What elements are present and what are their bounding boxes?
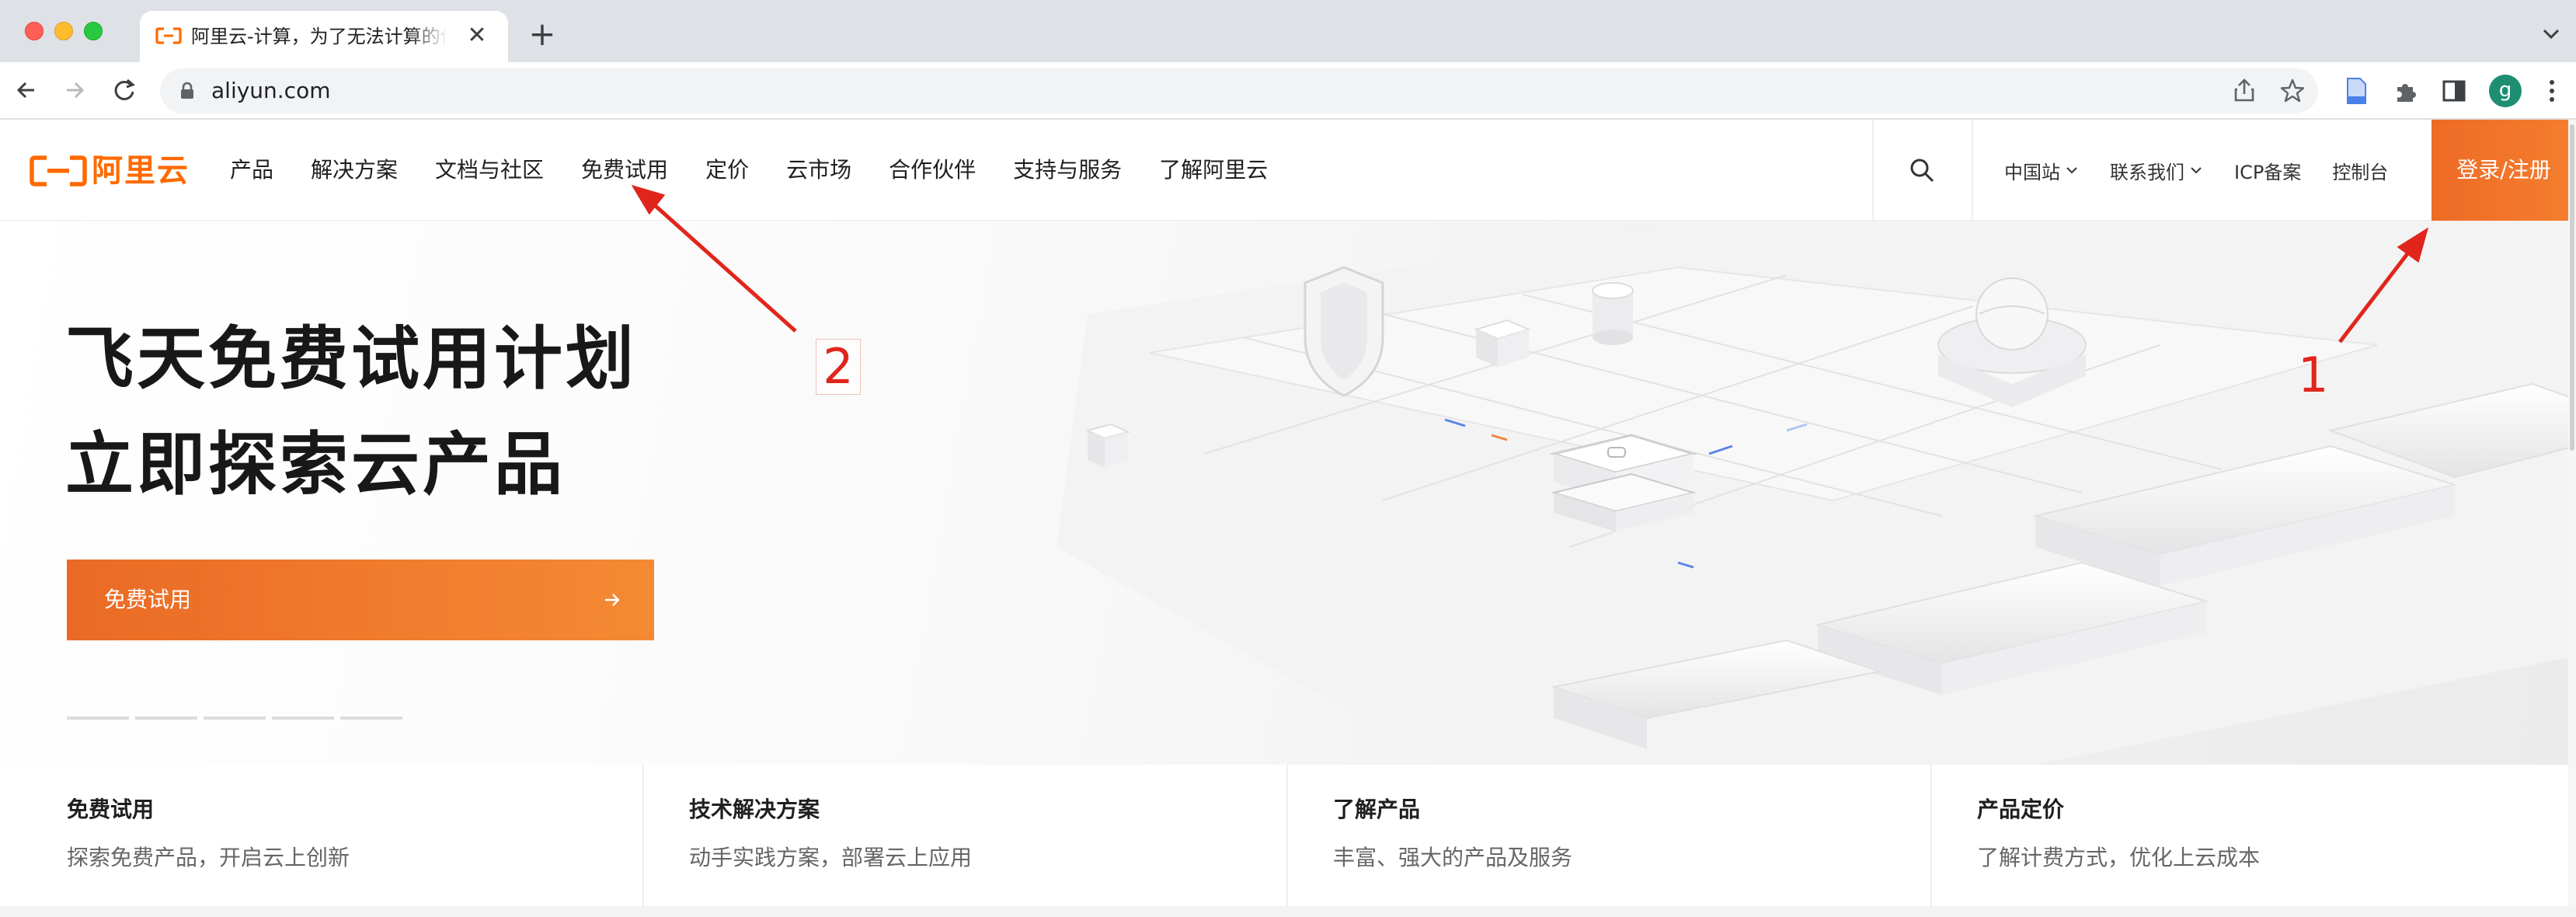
feature-desc: 丰富、强大的产品及服务	[1333, 845, 1573, 870]
url-text[interactable]: aliyun.com	[211, 77, 330, 105]
nav-item-docs-community[interactable]: 文档与社区	[435, 120, 544, 221]
feature-card-solutions[interactable]: 技术解决方案 动手实践方案，部署云上应用	[644, 765, 1288, 906]
feature-card-products[interactable]: 了解产品 丰富、强大的产品及服务	[1288, 765, 1932, 906]
chevron-down-icon	[2066, 167, 2077, 174]
feature-desc: 动手实践方案，部署云上应用	[689, 845, 973, 870]
nav-item-free-trial[interactable]: 免费试用	[581, 120, 668, 221]
nav-item-support[interactable]: 支持与服务	[1013, 120, 1122, 221]
search-button[interactable]	[1872, 120, 1972, 221]
annotation-label-1: 1	[2298, 347, 2329, 403]
icp-filing-link[interactable]: ICP备案	[2234, 157, 2301, 184]
main-nav: 产品 解决方案 文档与社区 免费试用 定价 云市场 合作伙伴 支持与服务 了解阿…	[230, 120, 1305, 221]
login-register-button[interactable]: 登录/注册	[2432, 120, 2576, 221]
bookmark-star-icon[interactable]	[2278, 76, 2307, 106]
nav-item-solutions[interactable]: 解决方案	[311, 120, 398, 221]
nav-item-pricing[interactable]: 定价	[705, 120, 749, 221]
contact-us-menu[interactable]: 联系我们	[2110, 157, 2203, 184]
aliyun-favicon-icon	[155, 27, 182, 44]
profile-avatar[interactable]: g	[2489, 75, 2522, 107]
tab-title: 阿里云-计算，为了无法计算的价值	[191, 26, 447, 47]
minimize-window-button[interactable]	[54, 22, 73, 40]
hero-banner: 飞天免费试用计划 立即探索云产品 免费试用	[0, 221, 2576, 765]
carousel-dot[interactable]	[67, 717, 129, 720]
carousel-dot[interactable]	[340, 717, 402, 720]
back-arrow-icon[interactable]	[9, 73, 44, 107]
carousel-dot[interactable]	[135, 717, 197, 720]
aliyun-logo[interactable]: 阿里云	[30, 152, 190, 190]
tab-search-chevron-icon[interactable]	[2537, 20, 2565, 48]
feature-desc: 探索免费产品，开启云上创新	[67, 845, 350, 870]
utility-links: 中国站 联系我们 ICP备案 控制台	[2004, 120, 2419, 221]
nav-item-partners[interactable]: 合作伙伴	[889, 120, 976, 221]
annotation-label-2: 2	[816, 339, 861, 395]
hero-title: 飞天免费试用计划 立即探索云产品	[65, 306, 637, 518]
new-tab-button[interactable]: +	[525, 17, 559, 51]
contact-label: 联系我们	[2110, 161, 2184, 183]
region-selector[interactable]: 中国站	[2004, 157, 2079, 184]
hero-title-line-2: 立即探索云产品	[65, 424, 566, 504]
document-extension-icon[interactable]	[2341, 76, 2371, 106]
share-icon[interactable]	[2230, 76, 2259, 106]
feature-card-pricing[interactable]: 产品定价 了解计费方式，优化上云成本	[1932, 765, 2576, 906]
browser-toolbar: aliyun.com g	[0, 62, 2576, 120]
browser-menu-icon[interactable]	[2540, 76, 2564, 106]
address-bar[interactable]: aliyun.com	[160, 68, 2318, 113]
tab-close-icon[interactable]: ✕	[463, 22, 491, 50]
hero-isometric-illustration	[1057, 221, 2576, 765]
feature-desc: 了解计费方式，优化上云成本	[1977, 845, 2261, 870]
arrow-right-icon	[605, 594, 620, 606]
aliyun-logo-mark-icon	[30, 155, 87, 187]
hero-title-line-1: 飞天免费试用计划	[65, 319, 638, 399]
extensions-puzzle-icon[interactable]	[2391, 76, 2421, 106]
carousel-dot[interactable]	[272, 717, 334, 720]
free-trial-cta-button[interactable]: 免费试用	[67, 560, 654, 640]
close-window-button[interactable]	[25, 22, 44, 40]
side-panel-icon[interactable]	[2439, 76, 2469, 106]
browser-tab-active[interactable]: 阿里云-计算，为了无法计算的价值 ✕	[140, 11, 508, 62]
maximize-window-button[interactable]	[84, 22, 103, 40]
header-divider	[1972, 120, 1973, 221]
browser-tabstrip: 阿里云-计算，为了无法计算的价值 ✕ +	[0, 0, 2576, 62]
feature-title: 免费试用	[67, 797, 155, 822]
chevron-down-icon	[2191, 167, 2202, 174]
search-icon	[1910, 159, 1934, 183]
logo-text: 阿里云	[92, 153, 190, 189]
carousel-dot[interactable]	[204, 717, 266, 720]
page-scrollbar-thumb[interactable]	[2570, 124, 2574, 451]
console-link[interactable]: 控制台	[2332, 157, 2388, 184]
feature-title: 技术解决方案	[689, 797, 820, 822]
cta-label: 免费试用	[104, 587, 192, 612]
carousel-indicators	[67, 717, 409, 720]
feature-title: 了解产品	[1333, 797, 1421, 822]
lock-icon[interactable]	[177, 81, 197, 101]
forward-arrow-icon[interactable]	[57, 73, 92, 107]
site-header: 阿里云 产品 解决方案 文档与社区 免费试用 定价 云市场 合作伙伴 支持与服务…	[0, 120, 2576, 221]
feature-cards: 免费试用 探索免费产品，开启云上创新 技术解决方案 动手实践方案，部署云上应用 …	[0, 765, 2576, 906]
region-label: 中国站	[2004, 161, 2060, 183]
feature-title: 产品定价	[1977, 797, 2065, 822]
feature-card-free-trial[interactable]: 免费试用 探索免费产品，开启云上创新	[0, 765, 644, 906]
nav-item-about[interactable]: 了解阿里云	[1159, 120, 1268, 221]
page-bottom-edge	[0, 906, 2576, 917]
nav-item-products[interactable]: 产品	[230, 120, 273, 221]
nav-item-marketplace[interactable]: 云市场	[786, 120, 851, 221]
reload-icon[interactable]	[107, 73, 141, 107]
